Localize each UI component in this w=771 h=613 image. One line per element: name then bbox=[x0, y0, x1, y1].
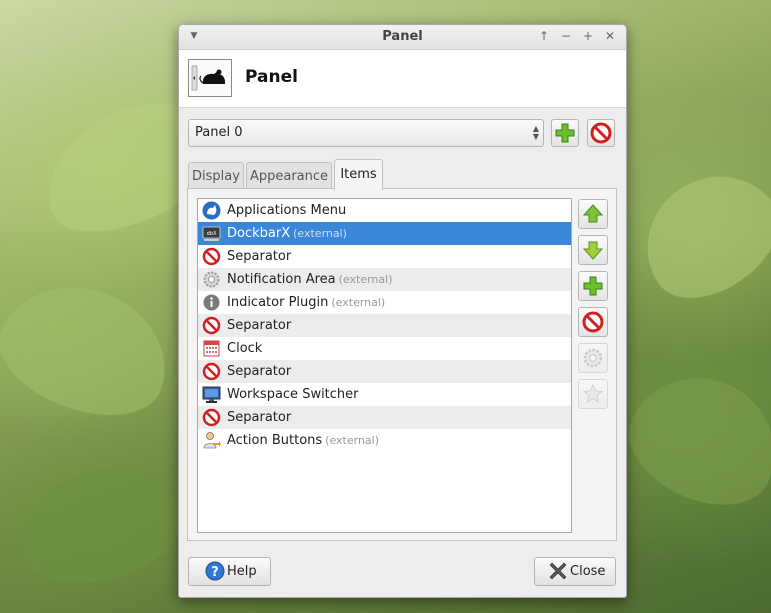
background-leaf bbox=[621, 149, 771, 321]
move-up-icon bbox=[582, 204, 604, 223]
item-about-button[interactable] bbox=[578, 379, 608, 409]
svg-text:dbX: dbX bbox=[207, 231, 217, 237]
move-up-button[interactable] bbox=[578, 199, 608, 229]
no-entry-icon bbox=[202, 362, 221, 381]
no-entry-icon bbox=[202, 247, 221, 266]
dialog-title: Panel bbox=[245, 67, 298, 87]
panel-items-list[interactable]: Applications Menu dbX DockbarX (external)… bbox=[197, 198, 572, 533]
remove-panel-button[interactable] bbox=[587, 119, 615, 147]
add-panel-button[interactable] bbox=[551, 119, 579, 147]
maximize-icon[interactable]: + bbox=[581, 29, 595, 43]
svg-text:?: ? bbox=[211, 565, 219, 580]
items-tab-pane: Applications Menu dbX DockbarX (external)… bbox=[187, 188, 617, 541]
list-item[interactable]: Applications Menu bbox=[198, 199, 571, 222]
no-entry-icon bbox=[202, 408, 221, 427]
list-item[interactable]: Indicator Plugin (external) bbox=[198, 291, 571, 314]
remove-item-button[interactable] bbox=[578, 307, 608, 337]
list-item[interactable]: Separator bbox=[198, 314, 571, 337]
keep-above-icon[interactable]: ↑ bbox=[537, 29, 551, 43]
dialog-header: Panel bbox=[179, 50, 626, 108]
tab-appearance[interactable]: Appearance bbox=[246, 162, 332, 189]
tab-display[interactable]: Display bbox=[188, 162, 244, 189]
no-entry-icon bbox=[590, 122, 612, 144]
add-icon bbox=[555, 123, 575, 143]
xfce-menu-icon bbox=[202, 201, 221, 220]
close-label: Close bbox=[570, 564, 606, 579]
list-item[interactable]: Clock bbox=[198, 337, 571, 360]
list-item[interactable]: Separator bbox=[198, 360, 571, 383]
tab-items[interactable]: Items bbox=[334, 159, 383, 190]
add-item-button[interactable] bbox=[578, 271, 608, 301]
calendar-icon bbox=[203, 340, 220, 357]
background-leaf bbox=[0, 264, 186, 436]
background-leaf bbox=[8, 451, 192, 599]
preferences-icon bbox=[583, 348, 603, 368]
list-item[interactable]: Notification Area (external) bbox=[198, 268, 571, 291]
gear-icon bbox=[203, 271, 220, 288]
background-leaf bbox=[611, 353, 771, 527]
close-button[interactable]: Close bbox=[534, 557, 616, 586]
list-item[interactable]: Separator bbox=[198, 406, 571, 429]
move-down-icon bbox=[582, 241, 604, 260]
no-entry-icon bbox=[202, 316, 221, 335]
user-action-icon bbox=[203, 432, 221, 449]
panel-mouse-icon bbox=[188, 59, 232, 97]
close-x-icon bbox=[549, 562, 567, 580]
titlebar[interactable]: ▼ Panel ↑ − + ✕ bbox=[179, 25, 626, 50]
combo-arrows-icon: ▲ ▼ bbox=[532, 124, 539, 141]
close-icon[interactable]: ✕ bbox=[603, 29, 617, 43]
info-icon bbox=[203, 294, 220, 311]
item-preferences-button[interactable] bbox=[578, 343, 608, 373]
panel-select[interactable]: Panel 0 ▲ ▼ bbox=[188, 119, 544, 147]
about-icon bbox=[582, 383, 604, 404]
help-button[interactable]: ? Help bbox=[188, 557, 271, 586]
list-item[interactable]: Action Buttons (external) bbox=[198, 429, 571, 452]
list-item[interactable]: Workspace Switcher bbox=[198, 383, 571, 406]
move-down-button[interactable] bbox=[578, 235, 608, 265]
add-icon bbox=[583, 276, 603, 296]
minimize-icon[interactable]: − bbox=[559, 29, 573, 43]
help-label: Help bbox=[227, 564, 257, 579]
list-item[interactable]: Separator bbox=[198, 245, 571, 268]
help-icon: ? bbox=[205, 561, 225, 581]
list-item[interactable]: dbX DockbarX (external) bbox=[198, 222, 571, 245]
no-entry-icon bbox=[582, 311, 604, 333]
monitor-icon bbox=[202, 386, 221, 403]
dockbarx-icon: dbX bbox=[202, 226, 221, 241]
panel-select-value: Panel 0 bbox=[195, 125, 243, 140]
panel-preferences-window: ▼ Panel ↑ − + ✕ Panel Panel 0 ▲ ▼ Displa… bbox=[178, 24, 627, 598]
